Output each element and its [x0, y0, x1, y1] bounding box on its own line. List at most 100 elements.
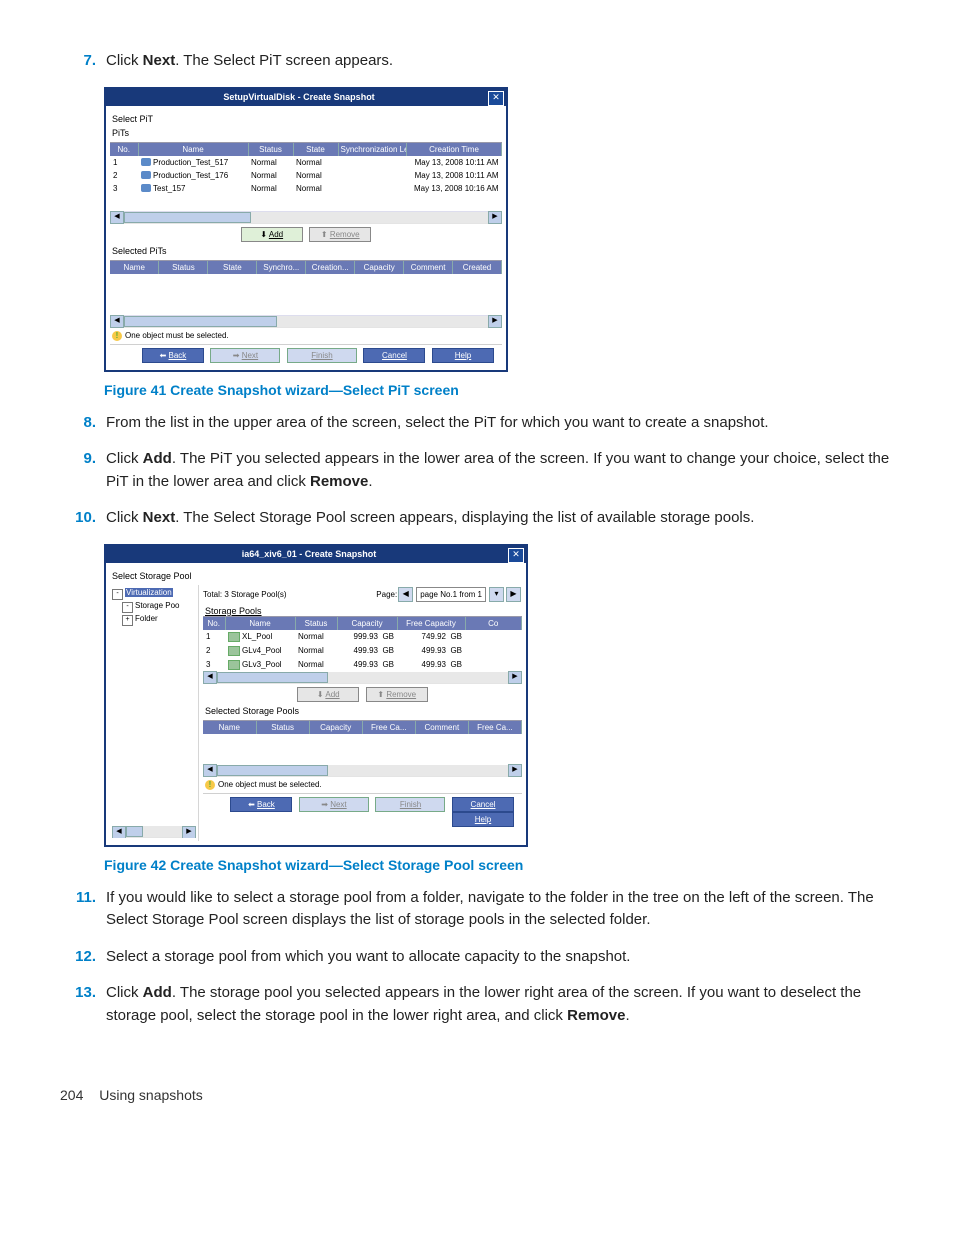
step-text: Click Add. The PiT you selected appears …	[106, 448, 894, 493]
help-button[interactable]: Help	[452, 812, 514, 827]
dialog-title: ia64_xiv6_01 - Create Snapshot	[110, 546, 508, 563]
step-number: 11.	[60, 887, 106, 932]
instruction-list: 11. If you would like to select a storag…	[60, 887, 894, 1028]
horizontal-scrollbar[interactable]: ◀ ▶	[110, 316, 502, 328]
add-button[interactable]: ⬇ Add	[297, 687, 359, 702]
step-text: Click Next. The Select PiT screen appear…	[106, 50, 393, 73]
dialog-title: SetupVirtualDisk - Create Snapshot	[110, 89, 488, 106]
figure-41-screenshot: SetupVirtualDisk - Create Snapshot ✕ Sel…	[104, 87, 894, 372]
selected-pits-label: Selected PiTs	[112, 246, 500, 256]
folder-tree[interactable]: -Virtualization -Storage Poo +Folder ◀ ▶	[110, 585, 199, 841]
total-count: Total: 3 Storage Pool(s)	[203, 590, 287, 599]
table-row[interactable]: 1 XL_Pool Normal 999.93 GB 749.92 GB	[203, 630, 522, 644]
page-label: Page:	[376, 590, 397, 599]
step-text: Select a storage pool from which you wan…	[106, 946, 630, 969]
table-row[interactable]: 2 GLv4_Pool Normal 499.93 GB 499.93 GB	[203, 644, 522, 658]
next-button[interactable]: ➡ Next	[299, 797, 369, 812]
horizontal-scrollbar[interactable]: ◀ ▶	[203, 672, 522, 684]
table-header-row: No. Name Status State Synchronization Le…	[110, 143, 502, 156]
dialog-titlebar: ia64_xiv6_01 - Create Snapshot ✕	[106, 546, 526, 563]
table-row[interactable]: 1 Production_Test_517 Normal Normal May …	[110, 156, 502, 169]
table-header-row: No. Name Status Capacity Free Capacity C…	[203, 617, 522, 630]
scroll-right-icon[interactable]: ▶	[182, 826, 196, 838]
step-text: Click Next. The Select Storage Pool scre…	[106, 507, 754, 530]
step-number: 8.	[60, 412, 106, 435]
pool-icon	[228, 632, 240, 642]
step-text: If you would like to select a storage po…	[106, 887, 894, 932]
select-pit-label: Select PiT	[112, 114, 500, 124]
remove-button[interactable]: ⬆ Remove	[366, 687, 428, 702]
scroll-right-icon[interactable]: ▶	[488, 315, 502, 328]
step-11: 11. If you would like to select a storag…	[60, 887, 894, 932]
step-number: 9.	[60, 448, 106, 493]
table-header-row: Name Status Capacity Free Ca... Comment …	[203, 721, 522, 734]
page-number: 204	[60, 1087, 83, 1103]
table-row[interactable]: 3 GLv3_Pool Normal 499.93 GB 499.93 GB	[203, 658, 522, 672]
next-page-button[interactable]: ▶	[506, 587, 521, 602]
step-9: 9. Click Add. The PiT you selected appea…	[60, 448, 894, 493]
dialog-titlebar: SetupVirtualDisk - Create Snapshot ✕	[106, 89, 506, 106]
table-header-row: Name Status State Synchro... Creation...…	[110, 261, 502, 274]
step-number: 7.	[60, 50, 106, 73]
figure-42-caption: Figure 42 Create Snapshot wizard—Select …	[104, 857, 894, 873]
cancel-button[interactable]: Cancel	[452, 797, 514, 812]
section-title: Using snapshots	[99, 1087, 203, 1103]
scroll-right-icon[interactable]: ▶	[488, 211, 502, 224]
step-number: 10.	[60, 507, 106, 530]
close-icon[interactable]: ✕	[488, 91, 504, 106]
pool-icon	[228, 660, 240, 670]
step-number: 13.	[60, 982, 106, 1027]
close-icon[interactable]: ✕	[508, 548, 524, 563]
pager: Total: 3 Storage Pool(s) Page: ◀ page No…	[203, 587, 522, 602]
instruction-list: 8. From the list in the upper area of th…	[60, 412, 894, 530]
step-7: 7. Click Next. The Select PiT screen app…	[60, 50, 894, 73]
finish-button[interactable]: Finish	[287, 348, 357, 363]
storage-pools-label: Storage Pools	[205, 606, 520, 616]
warning-icon: !	[112, 331, 122, 341]
disk-icon	[141, 171, 151, 179]
table-row[interactable]: 2 Production_Test_176 Normal Normal May …	[110, 169, 502, 182]
selected-pools-table[interactable]: Name Status Capacity Free Ca... Comment …	[203, 721, 522, 734]
page-indicator[interactable]: page No.1 from 1	[416, 587, 486, 602]
step-text: Click Add. The storage pool you selected…	[106, 982, 894, 1027]
pits-table[interactable]: No. Name Status State Synchronization Le…	[110, 143, 502, 195]
add-button[interactable]: ⬇ Add	[241, 227, 303, 242]
remove-button[interactable]: ⬆ Remove	[309, 227, 371, 242]
step-13: 13. Click Add. The storage pool you sele…	[60, 982, 894, 1027]
storage-pools-table[interactable]: No. Name Status Capacity Free Capacity C…	[203, 617, 522, 672]
tree-item-virtualization[interactable]: -Virtualization	[112, 588, 196, 600]
step-12: 12. Select a storage pool from which you…	[60, 946, 894, 969]
scroll-left-icon[interactable]: ◀	[110, 211, 124, 224]
scroll-left-icon[interactable]: ◀	[203, 671, 217, 684]
selected-pools-label: Selected Storage Pools	[205, 706, 520, 716]
horizontal-scrollbar[interactable]: ◀ ▶	[110, 212, 502, 224]
step-8: 8. From the list in the upper area of th…	[60, 412, 894, 435]
scroll-right-icon[interactable]: ▶	[508, 764, 522, 777]
pits-label: PiTs	[112, 128, 500, 138]
next-button[interactable]: ➡ Next	[210, 348, 280, 363]
page-dropdown-button[interactable]: ▾	[489, 587, 504, 602]
instruction-list: 7. Click Next. The Select PiT screen app…	[60, 50, 894, 73]
prev-page-button[interactable]: ◀	[398, 587, 413, 602]
finish-button[interactable]: Finish	[375, 797, 445, 812]
figure-42-screenshot: ia64_xiv6_01 - Create Snapshot ✕ Select …	[104, 544, 894, 847]
figure-41-caption: Figure 41 Create Snapshot wizard—Select …	[104, 382, 894, 398]
pool-icon	[228, 646, 240, 656]
scroll-left-icon[interactable]: ◀	[203, 764, 217, 777]
selected-pits-table[interactable]: Name Status State Synchro... Creation...…	[110, 261, 502, 274]
scroll-left-icon[interactable]: ◀	[112, 826, 126, 838]
page-footer: 204 Using snapshots	[60, 1087, 894, 1103]
back-button[interactable]: ⬅ Back	[142, 348, 204, 363]
tree-item-storage-pool[interactable]: -Storage Poo	[112, 601, 196, 613]
table-row[interactable]: 3 Test_157 Normal Normal May 13, 2008 10…	[110, 182, 502, 195]
cancel-button[interactable]: Cancel	[363, 348, 425, 363]
tree-item-folder[interactable]: +Folder	[112, 614, 196, 626]
select-storage-pool-label: Select Storage Pool	[112, 571, 520, 581]
back-button[interactable]: ⬅ Back	[230, 797, 292, 812]
horizontal-scrollbar[interactable]: ◀ ▶	[203, 765, 522, 777]
scroll-right-icon[interactable]: ▶	[508, 671, 522, 684]
step-number: 12.	[60, 946, 106, 969]
scroll-left-icon[interactable]: ◀	[110, 315, 124, 328]
step-text: From the list in the upper area of the s…	[106, 412, 769, 435]
help-button[interactable]: Help	[432, 348, 494, 363]
